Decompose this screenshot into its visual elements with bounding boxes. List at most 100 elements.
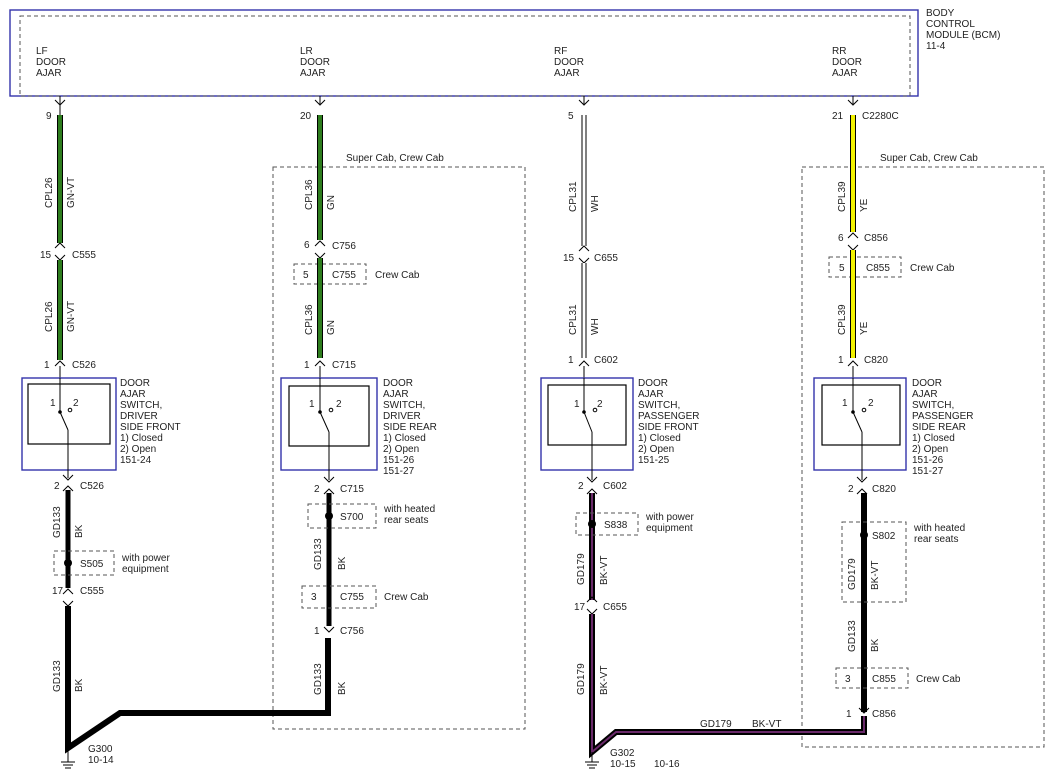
bcm-title-line2: CONTROL: [926, 19, 975, 30]
svg-text:SWITCH,: SWITCH,: [638, 400, 680, 411]
svg-text:BK: BK: [870, 638, 881, 652]
lr-circuit: 20 CPL36 GN 6 C756 5 C755 Crew Cab CPL36…: [280, 96, 437, 695]
svg-text:GD133: GD133: [52, 660, 63, 692]
svg-text:SWITCH,: SWITCH,: [120, 400, 162, 411]
bcm-rf-label-3: AJAR: [554, 68, 580, 79]
svg-text:BK: BK: [74, 678, 85, 692]
svg-text:PASSENGER: PASSENGER: [912, 411, 974, 422]
svg-text:GD179: GD179: [847, 558, 858, 590]
svg-text:GD133: GD133: [847, 620, 858, 652]
svg-text:GD179: GD179: [576, 663, 587, 695]
svg-text:S505: S505: [80, 559, 104, 570]
svg-text:equipment: equipment: [122, 564, 169, 575]
bcm-rr-label-2: DOOR: [832, 57, 862, 68]
svg-text:C715: C715: [340, 484, 364, 495]
svg-text:2: 2: [314, 484, 320, 495]
svg-text:C655: C655: [603, 602, 627, 613]
rr-option-note: Super Cab, Crew Cab: [880, 153, 978, 164]
svg-text:AJAR: AJAR: [120, 389, 146, 400]
bcm-lf-label-1: LF: [36, 46, 48, 57]
svg-text:CPL36: CPL36: [304, 179, 315, 210]
bcm-lf-label-2: DOOR: [36, 57, 66, 68]
svg-text:1: 1: [842, 398, 848, 409]
svg-text:151-24: 151-24: [120, 455, 152, 466]
bcm-lr-label-2: DOOR: [300, 57, 330, 68]
svg-text:with power: with power: [121, 553, 170, 564]
svg-text:GD133: GD133: [313, 538, 324, 570]
rf-bcm-pin: 5: [568, 111, 574, 122]
svg-text:CPL39: CPL39: [837, 304, 848, 335]
rr-switch-label-1: DOOR: [912, 378, 942, 389]
svg-text:Crew Cab: Crew Cab: [916, 674, 961, 685]
svg-text:AJAR: AJAR: [383, 389, 409, 400]
wiring-diagram: BODY CONTROL MODULE (BCM) 11-4 LF DOOR A…: [9, 8, 1045, 770]
svg-text:CPL31: CPL31: [568, 181, 579, 212]
lf-wire-color-1: GN-VT: [66, 177, 77, 208]
svg-text:1: 1: [838, 355, 844, 366]
svg-text:Crew Cab: Crew Cab: [375, 270, 420, 281]
svg-text:2) Open: 2) Open: [912, 444, 948, 455]
svg-text:151-27: 151-27: [383, 466, 415, 477]
svg-text:C856: C856: [872, 709, 896, 720]
svg-text:C856: C856: [864, 233, 888, 244]
rr-circuit: 21 C2280C CPL39 YE 6 C856 5 C855 Crew Ca…: [813, 96, 974, 720]
svg-text:C2280C: C2280C: [862, 111, 899, 122]
lf-c555-pin: 15: [40, 250, 52, 261]
svg-text:YE: YE: [859, 321, 870, 335]
svg-text:GD133: GD133: [313, 663, 324, 695]
lf-switch-label-1: DOOR: [120, 378, 150, 389]
svg-text:SWITCH,: SWITCH,: [912, 400, 954, 411]
svg-text:WH: WH: [590, 318, 601, 335]
svg-text:C555: C555: [80, 586, 104, 597]
svg-text:GD179: GD179: [576, 553, 587, 585]
ground-g300: G300: [88, 744, 113, 755]
svg-text:S700: S700: [340, 512, 364, 523]
svg-text:C655: C655: [594, 253, 618, 264]
svg-text:BK-VT: BK-VT: [599, 666, 610, 695]
svg-text:1) Closed: 1) Closed: [383, 433, 426, 444]
svg-text:rear seats: rear seats: [914, 534, 958, 545]
svg-text:10-15: 10-15: [610, 759, 636, 770]
svg-text:151-25: 151-25: [638, 455, 670, 466]
svg-text:1: 1: [309, 399, 315, 410]
svg-text:BK-VT: BK-VT: [752, 719, 781, 730]
body-control-module: BODY CONTROL MODULE (BCM) 11-4 LF DOOR A…: [9, 8, 1000, 97]
lr-bcm-pin: 20: [300, 111, 312, 122]
svg-text:1: 1: [314, 626, 320, 637]
svg-text:C602: C602: [603, 481, 627, 492]
svg-text:CPL39: CPL39: [837, 181, 848, 212]
lf-gnd-wire-color: BK: [74, 524, 85, 538]
svg-text:C756: C756: [332, 241, 356, 252]
bcm-lf-label-3: AJAR: [36, 68, 62, 79]
bcm-rr-label-3: AJAR: [832, 68, 858, 79]
svg-text:C715: C715: [332, 360, 356, 371]
svg-text:PASSENGER: PASSENGER: [638, 411, 700, 422]
svg-text:BK-VT: BK-VT: [599, 556, 610, 585]
bcm-rr-label-1: RR: [832, 46, 846, 57]
svg-text:10-16: 10-16: [654, 759, 680, 770]
svg-text:GN: GN: [326, 195, 337, 210]
lr-option-note: Super Cab, Crew Cab: [346, 153, 444, 164]
svg-text:DRIVER: DRIVER: [120, 411, 158, 422]
svg-text:2) Open: 2) Open: [120, 444, 156, 455]
svg-text:BK-VT: BK-VT: [870, 561, 881, 590]
svg-text:BK: BK: [337, 556, 348, 570]
svg-text:C755: C755: [332, 270, 356, 281]
lf-c526-b: C526: [80, 481, 104, 492]
bcm-rf-label-2: DOOR: [554, 57, 584, 68]
svg-text:C756: C756: [340, 626, 364, 637]
svg-text:1: 1: [846, 709, 852, 720]
svg-text:CPL36: CPL36: [304, 304, 315, 335]
bcm-lr-label-3: AJAR: [300, 68, 326, 79]
lf-wire-id-2: CPL26: [44, 301, 55, 332]
svg-text:with heated: with heated: [383, 504, 435, 515]
svg-text:2: 2: [868, 398, 874, 409]
svg-text:1: 1: [568, 355, 574, 366]
svg-text:S802: S802: [872, 531, 896, 542]
svg-text:17: 17: [574, 602, 586, 613]
bcm-rf-label-1: RF: [554, 46, 567, 57]
svg-text:6: 6: [304, 240, 310, 251]
svg-text:3: 3: [311, 592, 317, 603]
svg-text:151-26: 151-26: [912, 455, 944, 466]
svg-text:1) Closed: 1) Closed: [638, 433, 681, 444]
